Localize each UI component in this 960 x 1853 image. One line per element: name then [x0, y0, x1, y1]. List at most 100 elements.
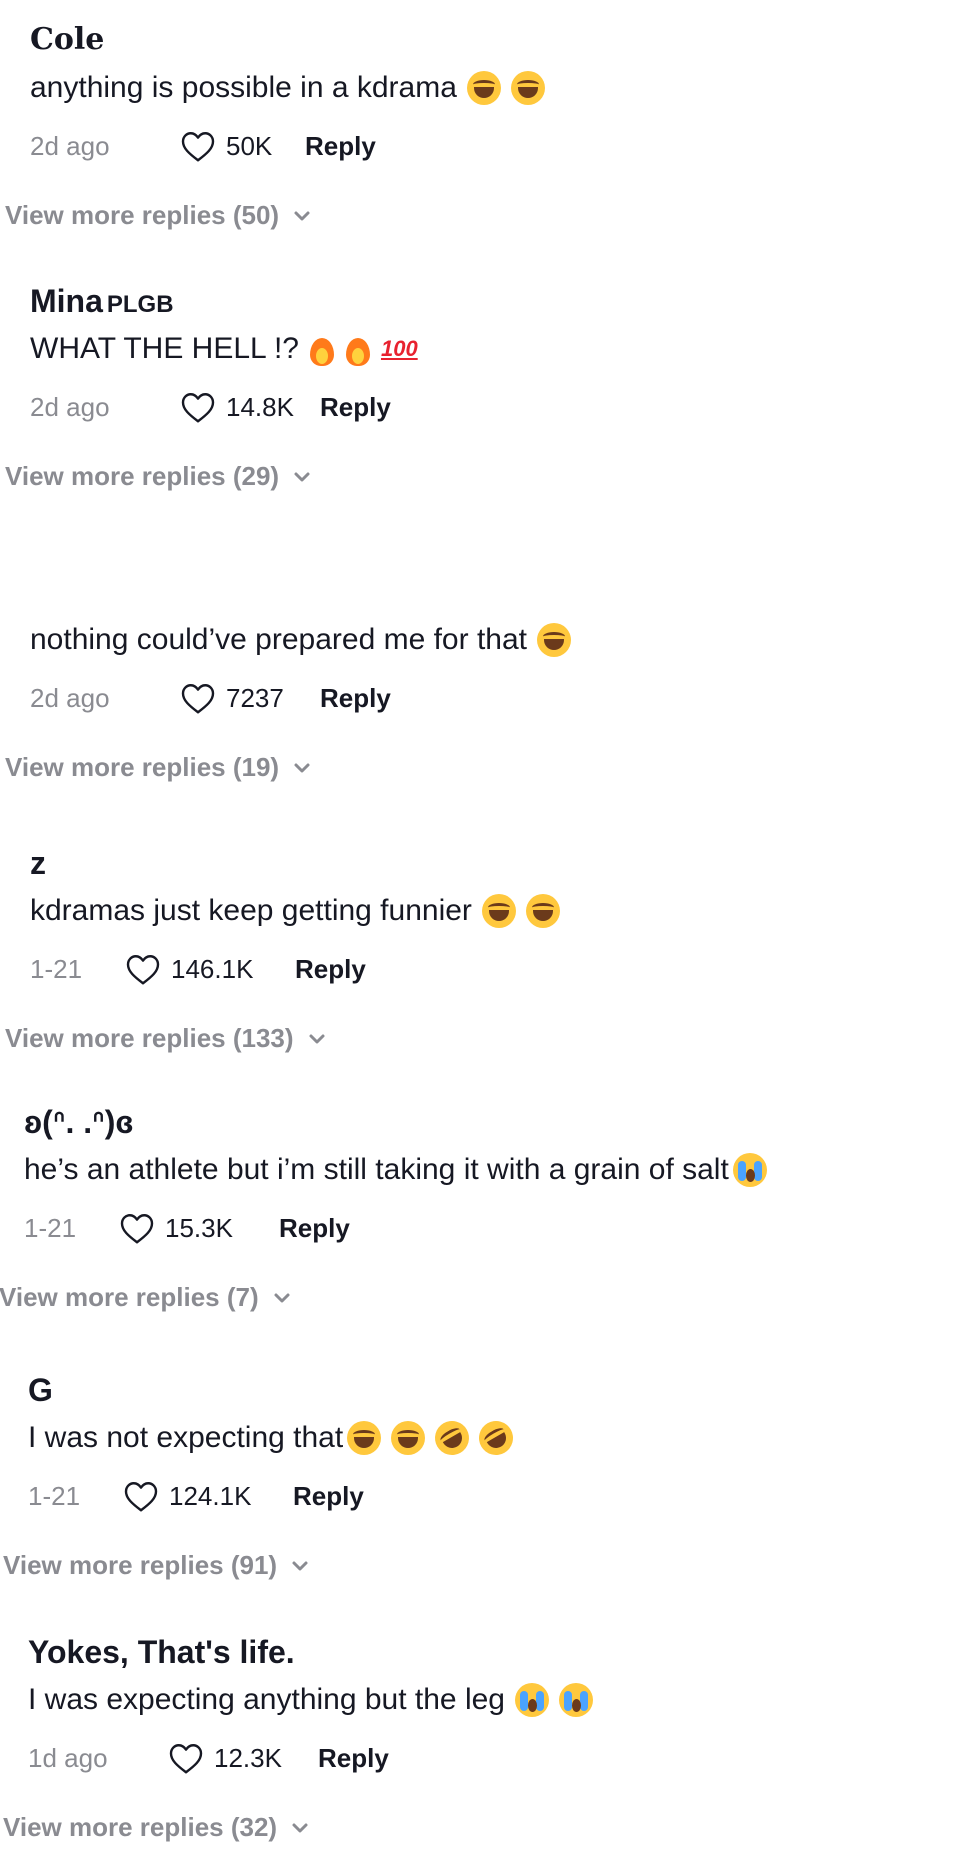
fire-emoji-icon — [345, 332, 371, 366]
laughing-emoji-icon — [481, 894, 516, 928]
crying-emoji-icon — [514, 1683, 549, 1717]
heart-outline-icon — [120, 1214, 154, 1244]
view-more-replies-button[interactable]: View more replies (19) — [5, 752, 311, 783]
comment-item: Mina PLGB WHAT THE HELL !? 100 2d ago 14.… — [0, 283, 960, 513]
view-more-replies-label: View more replies (32) — [3, 1812, 278, 1842]
laughing-emoji-icon — [536, 623, 571, 657]
comment-feed: Cole anything is possible in a kdrama 2d… — [0, 0, 960, 1853]
like-button[interactable]: 50K — [180, 129, 305, 163]
reply-button[interactable]: Reply — [295, 954, 366, 985]
comment-text: WHAT THE HELL !? 100 — [30, 331, 418, 367]
chevron-down-icon — [294, 211, 310, 220]
comment-item: Cole anything is possible in a kdrama 2d… — [0, 22, 960, 252]
view-more-replies-label: View more replies (7) — [0, 1282, 259, 1312]
comment-text: I was not expecting that — [28, 1414, 520, 1462]
comment-item: G I was not expecting that 1-21 124.1K R… — [0, 1372, 958, 1602]
reply-button[interactable]: Reply — [318, 1743, 389, 1774]
view-more-replies-label: View more replies (91) — [3, 1550, 278, 1580]
comment-timestamp: 1-21 — [28, 1480, 81, 1511]
like-count: 7237 — [226, 682, 284, 713]
view-more-replies-button[interactable]: View more replies (50) — [5, 200, 311, 231]
reply-button[interactable]: Reply — [305, 131, 376, 162]
heart-outline-icon — [126, 955, 160, 985]
comment-item: nothing could’ve prepared me for that 2d… — [0, 574, 960, 804]
chevron-down-icon — [294, 472, 310, 481]
comment-author[interactable]: ʚ(ᐢ. .ᐢ)ɞ — [24, 1104, 134, 1140]
reply-button[interactable]: Reply — [293, 1481, 364, 1512]
like-count: 146.1K — [171, 953, 254, 984]
comment-author[interactable]: Yokes, That's life. — [28, 1634, 295, 1670]
comment-timestamp: 2d ago — [30, 391, 110, 422]
comment-text-body: kdramas just keep getting funnier — [30, 894, 472, 927]
crying-emoji-icon — [732, 1153, 767, 1187]
view-more-replies-button[interactable]: View more replies (32) — [3, 1812, 309, 1843]
comment-text: nothing could’ve prepared me for that — [30, 622, 571, 658]
emoji-group — [466, 71, 545, 105]
view-more-replies-button[interactable]: View more replies (7) — [0, 1282, 291, 1313]
heart-outline-icon — [181, 393, 215, 423]
comment-author[interactable]: Cole — [30, 22, 104, 58]
like-count: 14.8K — [226, 391, 294, 422]
comment-meta: 1-21 146.1K Reply — [30, 949, 366, 989]
heart-outline-icon — [181, 132, 215, 162]
comment-timestamp: 1-21 — [30, 953, 83, 984]
view-more-replies-label: View more replies (29) — [5, 461, 280, 491]
comment-text-body: he’s an athlete but i’m still taking it … — [24, 1153, 729, 1186]
chevron-down-icon — [292, 1561, 308, 1570]
comment-timestamp: 1-21 — [24, 1212, 77, 1243]
comment-timestamp: 2d ago — [30, 682, 110, 713]
emoji-group — [536, 623, 571, 657]
like-count: 124.1K — [169, 1480, 252, 1511]
comment-text: I was expecting anything but the leg — [28, 1682, 593, 1718]
view-more-replies-label: View more replies (133) — [5, 1023, 294, 1053]
comment-item: z kdramas just keep getting funnier 1-21… — [0, 845, 960, 1075]
comment-meta: 2d ago 14.8K Reply — [30, 387, 391, 427]
comment-author-name: Mina — [30, 283, 103, 319]
comment-timestamp: 1d ago — [28, 1742, 108, 1773]
reply-button[interactable]: Reply — [279, 1213, 350, 1244]
like-button[interactable]: 124.1K — [123, 1479, 293, 1513]
like-button[interactable]: 14.8K — [180, 390, 320, 424]
comment-author[interactable]: G — [28, 1372, 53, 1408]
comment-item: ʚ(ᐢ. .ᐢ)ɞ he’s an athlete but i’m still … — [0, 1104, 954, 1334]
view-more-replies-button[interactable]: View more replies (133) — [5, 1023, 326, 1054]
like-button[interactable]: 7237 — [180, 681, 320, 715]
comment-text-body: WHAT THE HELL !? — [30, 332, 299, 365]
view-more-replies-label: View more replies (50) — [5, 200, 280, 230]
emoji-group — [514, 1683, 593, 1717]
comment-meta: 2d ago 50K Reply — [30, 126, 376, 166]
reply-button[interactable]: Reply — [320, 392, 391, 423]
comment-meta: 2d ago 7237 Reply — [30, 678, 391, 718]
comment-timestamp: 2d ago — [30, 130, 110, 161]
chevron-down-icon — [274, 1293, 290, 1302]
fire-emoji-icon — [309, 332, 335, 366]
comment-text: anything is possible in a kdrama — [30, 70, 545, 106]
chevron-down-icon — [292, 1823, 308, 1832]
laughing-emoji-icon — [347, 1421, 382, 1455]
like-button[interactable]: 146.1K — [125, 952, 295, 986]
comment-author[interactable]: Mina PLGB — [30, 283, 174, 323]
view-more-replies-button[interactable]: View more replies (29) — [5, 461, 311, 492]
chevron-down-icon — [294, 763, 310, 772]
comment-text: he’s an athlete but i’m still taking it … — [24, 1152, 767, 1188]
laughing-emoji-icon — [510, 71, 545, 105]
emoji-group: 100 — [309, 332, 418, 366]
laughing-emoji-icon — [525, 894, 560, 928]
rolling-laughing-emoji-icon — [472, 1414, 520, 1462]
like-button[interactable]: 15.3K — [119, 1211, 279, 1245]
comment-author[interactable]: z — [30, 845, 46, 881]
like-button[interactable]: 12.3K — [168, 1741, 318, 1775]
view-more-replies-button[interactable]: View more replies (91) — [3, 1550, 309, 1581]
comment-text-body: nothing could’ve prepared me for that — [30, 623, 527, 656]
emoji-group — [347, 1414, 520, 1462]
comment-item: Yokes, That's life. I was expecting anyt… — [0, 1634, 958, 1853]
crying-emoji-icon — [558, 1683, 593, 1717]
comment-text-body: I was not expecting that — [28, 1421, 344, 1454]
heart-outline-icon — [169, 1744, 203, 1774]
rolling-laughing-emoji-icon — [428, 1414, 476, 1462]
comment-meta: 1-21 124.1K Reply — [28, 1476, 364, 1516]
comment-meta: 1-21 15.3K Reply — [24, 1208, 350, 1248]
emoji-group — [481, 894, 560, 928]
reply-button[interactable]: Reply — [320, 683, 391, 714]
like-count: 12.3K — [214, 1742, 282, 1773]
